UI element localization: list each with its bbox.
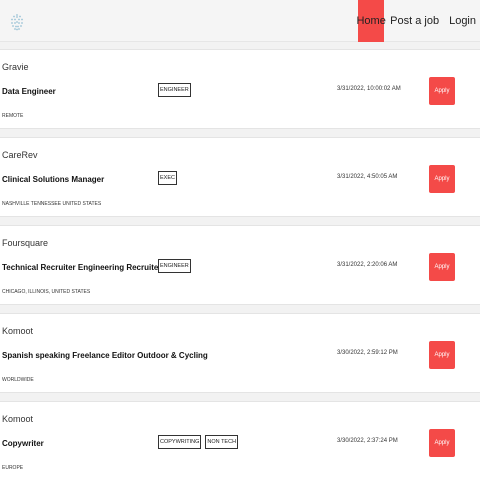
job-tags: EXEC — [158, 171, 177, 185]
company-name: Komoot — [2, 326, 34, 336]
job-title[interactable]: Spanish speaking Freelance Editor Outdoo… — [2, 351, 208, 360]
job-location: WORLDWIDE — [2, 377, 34, 383]
job-tags: ENGINEER — [158, 83, 191, 97]
job-card: Komoot Spanish speaking Freelance Editor… — [0, 313, 480, 393]
job-tag: NON TECH — [205, 435, 239, 449]
job-title[interactable]: Clinical Solutions Manager — [2, 175, 104, 184]
top-navbar: Home Post a job Login — [0, 0, 480, 42]
posted-date: 3/30/2022, 2:59:12 PM — [337, 350, 398, 356]
apply-button[interactable]: Apply — [429, 341, 455, 369]
posted-date: 3/31/2022, 2:20:06 AM — [337, 262, 398, 268]
job-tag: ENGINEER — [158, 83, 191, 97]
job-tag: ENGINEER — [158, 259, 191, 273]
globe-icon[interactable] — [9, 12, 25, 32]
apply-button[interactable]: Apply — [429, 253, 455, 281]
job-title[interactable]: Data Engineer — [2, 87, 56, 96]
nav-post-job-link[interactable]: Post a job — [386, 0, 443, 42]
job-card: Komoot Copywriter EUROPE COPYWRITING NON… — [0, 401, 480, 480]
job-tags: ENGINEER — [158, 259, 191, 273]
job-location: NASHVILLE TENNESSEE UNITED STATES — [2, 201, 102, 207]
job-title[interactable]: Technical Recruiter Engineering Recruite… — [2, 263, 161, 272]
nav-links: Home Post a job Login — [356, 0, 480, 42]
company-name: Komoot — [2, 414, 34, 424]
apply-button[interactable]: Apply — [429, 165, 455, 193]
apply-button[interactable]: Apply — [429, 429, 455, 457]
company-name: Gravie — [2, 62, 29, 72]
job-location: CHICAGO, ILLINOIS, UNITED STATES — [2, 289, 91, 295]
job-location: EUROPE — [2, 465, 24, 471]
apply-button[interactable]: Apply — [429, 77, 455, 105]
job-list: Gravie Data Engineer REMOTE ENGINEER 3/3… — [0, 49, 480, 480]
nav-home-link[interactable]: Home — [356, 0, 386, 42]
job-card: Foursquare Technical Recruiter Engineeri… — [0, 225, 480, 305]
posted-date: 3/31/2022, 10:00:02 AM — [337, 86, 401, 92]
company-name: Foursquare — [2, 238, 49, 248]
job-location: REMOTE — [2, 113, 24, 119]
job-title[interactable]: Copywriter — [2, 439, 44, 448]
nav-login-link[interactable]: Login — [445, 0, 480, 42]
job-tag: EXEC — [158, 171, 177, 185]
job-card: CareRev Clinical Solutions Manager NASHV… — [0, 137, 480, 217]
job-tag: COPYWRITING — [158, 435, 202, 449]
posted-date: 3/30/2022, 2:37:24 PM — [337, 438, 398, 444]
job-tags: COPYWRITING NON TECH — [158, 435, 239, 449]
company-name: CareRev — [2, 150, 38, 160]
job-card: Gravie Data Engineer REMOTE ENGINEER 3/3… — [0, 49, 480, 129]
posted-date: 3/31/2022, 4:50:05 AM — [337, 174, 398, 180]
